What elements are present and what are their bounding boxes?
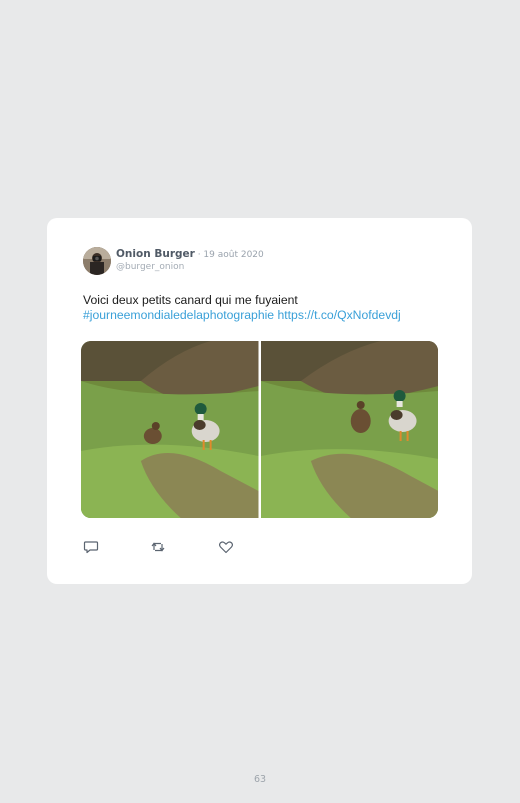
tweet-date[interactable]: 19 août 2020	[203, 250, 263, 260]
url-link[interactable]: https://t.co/QxNofdevdj	[277, 308, 400, 322]
tweet-body: Voici deux petits canard qui me fuyaient	[83, 293, 298, 307]
author-line: Onion Burger · 19 août 2020	[116, 248, 264, 260]
hashtag-link[interactable]: #journeemondialedelaphotographie	[83, 308, 274, 322]
media-photo-2[interactable]	[260, 341, 438, 518]
media-photo-1[interactable]	[81, 341, 259, 518]
author-name[interactable]: Onion Burger	[116, 248, 195, 260]
author-handle[interactable]: @burger_onion	[116, 262, 184, 272]
reply-button[interactable]	[83, 539, 99, 555]
retweet-icon	[151, 542, 165, 552]
retweet-button[interactable]	[150, 539, 166, 555]
tweet-text: Voici deux petits canard qui me fuyaient…	[83, 293, 443, 323]
page-number: 63	[253, 774, 267, 785]
tweet-links: #journeemondialedelaphotographie https:/…	[83, 308, 443, 323]
heart-icon	[219, 541, 233, 554]
tweet-card: Onion Burger · 19 août 2020 @burger_onio…	[47, 218, 472, 584]
like-button[interactable]	[218, 539, 234, 555]
avatar[interactable]	[83, 247, 111, 275]
reply-icon	[83, 541, 99, 554]
tweet-media	[81, 341, 438, 518]
